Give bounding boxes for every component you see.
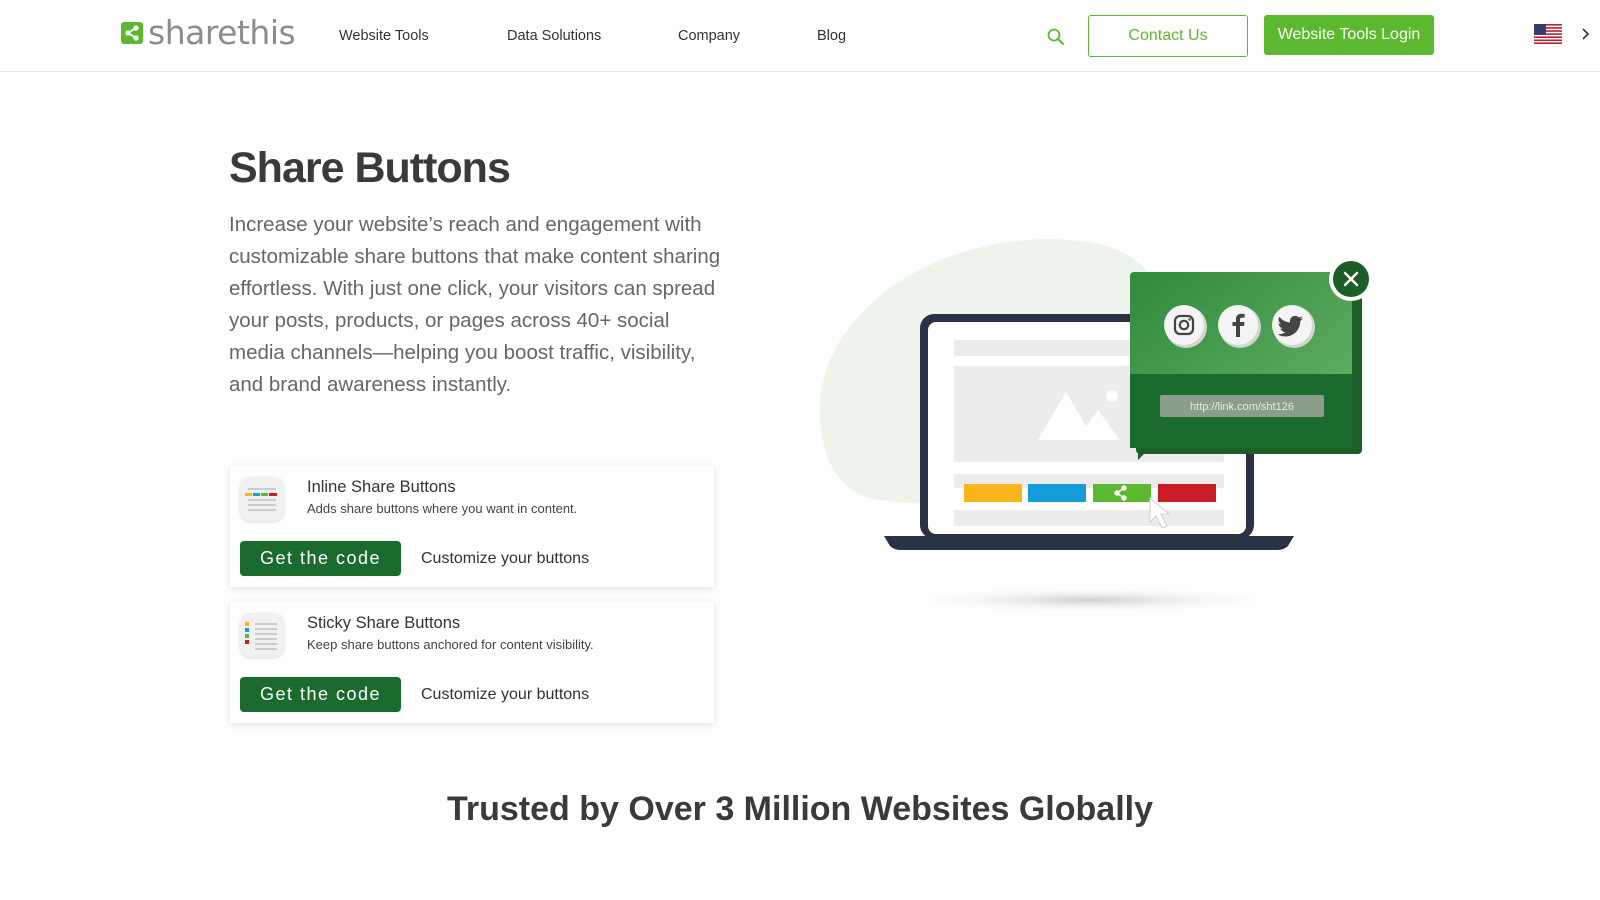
trusted-heading: Trusted by Over 3 Million Websites Globa… <box>447 790 1153 828</box>
nav-website-tools[interactable]: Website Tools <box>339 27 429 45</box>
contact-us-button[interactable]: Contact Us <box>1088 15 1248 57</box>
site-header: sharethis Website Tools Data Solutions C… <box>0 0 1600 72</box>
us-flag-icon[interactable] <box>1534 24 1562 44</box>
share-bar-yellow <box>964 484 1022 502</box>
chevron-right-icon[interactable] <box>1580 26 1592 42</box>
laptop-shadow <box>890 586 1290 614</box>
website-tools-login-button[interactable]: Website Tools Login <box>1264 15 1434 55</box>
card-subtitle: Keep share buttons anchored for content … <box>307 637 594 652</box>
share-bar-blue <box>1028 484 1086 502</box>
nav-data-solutions[interactable]: Data Solutions <box>507 27 601 45</box>
logo-wordmark: sharethis <box>148 13 296 52</box>
hero-illustration: http://link.com/sht126 <box>820 230 1380 640</box>
share-bar-red <box>1158 484 1216 502</box>
share-logo-icon <box>121 22 143 44</box>
customize-buttons-link[interactable]: Customize your buttons <box>421 686 589 704</box>
get-the-code-button[interactable]: Get the code <box>240 677 401 712</box>
hero-description: Increase your website’s reach and engage… <box>229 213 721 396</box>
inline-buttons-icon <box>240 477 284 521</box>
inline-share-buttons-card: Inline Share Buttons Adds share buttons … <box>230 465 714 587</box>
card-title: Sticky Share Buttons <box>307 614 461 632</box>
link-text: http://link.com/sht126 <box>1190 401 1294 413</box>
card-subtitle: Adds share buttons where you want in con… <box>307 501 578 516</box>
sticky-buttons-icon <box>240 613 284 657</box>
page-title: Share Buttons <box>229 144 511 192</box>
nav-blog[interactable]: Blog <box>817 27 846 45</box>
sticky-share-buttons-card: Sticky Share Buttons Keep share buttons … <box>230 601 714 723</box>
laptop-base <box>884 536 1294 550</box>
sharethis-logo[interactable]: sharethis <box>121 13 296 52</box>
customize-buttons-link[interactable]: Customize your buttons <box>421 550 589 568</box>
card-title: Inline Share Buttons <box>307 478 456 496</box>
get-the-code-button[interactable]: Get the code <box>240 541 401 576</box>
search-icon[interactable] <box>1046 27 1066 47</box>
nav-company[interactable]: Company <box>678 27 740 45</box>
instagram-icon <box>1164 305 1204 345</box>
